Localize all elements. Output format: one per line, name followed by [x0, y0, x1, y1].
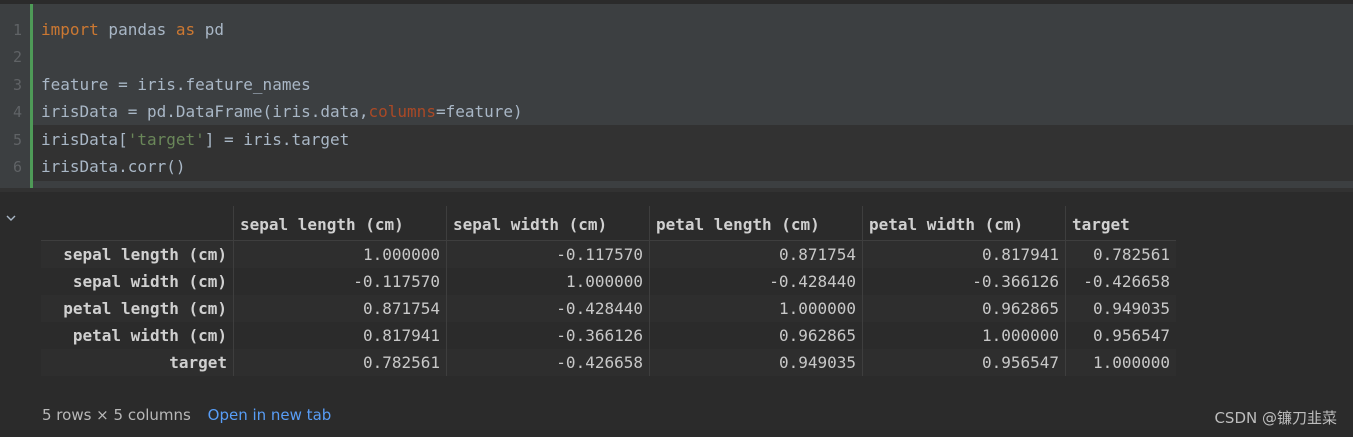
row-index-label: target: [169, 353, 227, 372]
table-row: sepal length (cm) 1.000000 -0.117570 0.8717…: [41, 240, 1176, 268]
table-cell: 0.817941: [862, 240, 1066, 268]
open-in-new-tab-link[interactable]: Open in new tab: [208, 406, 332, 424]
table-row: petal length (cm) 0.871754 -0.428440 1.0000…: [41, 295, 1176, 322]
table-cell: 1.000000: [446, 268, 650, 295]
table-cell: 0.949035: [1065, 295, 1176, 322]
index-header: [41, 206, 234, 241]
line-number: 3: [12, 75, 22, 94]
line-number: 4: [12, 103, 22, 122]
line-number-gutter: 1 2 3 4 5 6: [0, 4, 30, 192]
row-index-label: petal width (cm): [72, 326, 227, 345]
code-token: irisData = pd.DataFrame(iris.data,: [41, 102, 369, 122]
column-header[interactable]: target: [1065, 206, 1176, 241]
table-row: target 0.782561 -0.426658 0.949035 0.956547 1…: [41, 349, 1176, 376]
line-number: 1: [12, 21, 22, 39]
row-index-label: sepal length (cm): [63, 245, 227, 264]
column-header[interactable]: petal length (cm): [649, 206, 863, 241]
table-cell: 0.782561: [1065, 240, 1176, 268]
table-row: sepal width (cm) -0.117570 1.000000 -0.4284…: [41, 268, 1176, 295]
table-cell: 0.956547: [862, 349, 1066, 376]
keyword-token: import: [41, 20, 99, 39]
code-token: irisData.corr(): [41, 157, 186, 176]
cell-selection-bar: [30, 4, 33, 192]
table-cell: -0.428440: [446, 295, 650, 322]
table-cell: -0.426658: [446, 349, 650, 376]
line-number: 5: [12, 130, 22, 149]
table-cell: 1.000000: [649, 295, 863, 322]
line-number: 6: [12, 158, 22, 176]
cell-bottom-border: [0, 188, 1353, 192]
code-token: feature = iris.feature_names: [41, 74, 311, 94]
code-line[interactable]: import pandas as pd: [41, 16, 224, 44]
dataframe-footer: 5 rows × 5 columns Open in new tab: [42, 405, 331, 425]
line-number: 2: [12, 48, 22, 67]
column-header[interactable]: petal width (cm): [862, 206, 1066, 241]
chevron-down-icon[interactable]: [4, 212, 18, 226]
code-line[interactable]: irisData = pd.DataFrame(iris.data,column…: [41, 98, 523, 126]
table-cell: 0.817941: [233, 322, 447, 349]
table-cell: 0.871754: [649, 240, 863, 268]
code-token: =feature): [435, 102, 523, 122]
code-cell[interactable]: 1 2 3 4 5 6 import pandas as pd feature = iris…: [0, 0, 1353, 192]
table-cell: -0.366126: [446, 322, 650, 349]
table-cell: 0.956547: [1065, 322, 1176, 349]
keyword-token: as: [175, 20, 196, 39]
watermark: CSDN @镰刀韭菜: [1214, 409, 1337, 427]
shape-text: 5 rows × 5 columns: [42, 406, 191, 424]
table-row: petal width (cm) 0.817941 -0.366126 0.96286…: [41, 322, 1176, 349]
table-cell: 1.000000: [1065, 349, 1176, 376]
column-header[interactable]: sepal width (cm): [446, 206, 650, 241]
row-index-label: sepal width (cm): [72, 272, 227, 291]
table-cell: -0.426658: [1065, 268, 1176, 295]
column-header[interactable]: sepal length (cm): [233, 206, 447, 241]
table-cell: 0.962865: [862, 295, 1066, 322]
correlation-table: sepal length (cm) sepal width (cm) petal…: [41, 206, 1176, 376]
table-cell: -0.366126: [862, 268, 1066, 295]
string-token: 'target': [127, 129, 205, 149]
table-cell: -0.117570: [446, 240, 650, 268]
table-cell: -0.428440: [649, 268, 863, 295]
table-cell: 1.000000: [862, 322, 1066, 349]
code-line[interactable]: irisData['target'] = iris.target: [41, 126, 349, 154]
table-cell: 0.871754: [233, 295, 447, 322]
code-token: ] = iris.target: [204, 129, 350, 149]
param-token: columns: [368, 102, 436, 122]
code-line[interactable]: feature = iris.feature_names: [41, 71, 311, 99]
table-cell: 0.949035: [649, 349, 863, 376]
code-line[interactable]: irisData.corr(): [41, 153, 186, 181]
table-cell: -0.117570: [233, 268, 447, 295]
dataframe-output: sepal length (cm) sepal width (cm) petal…: [41, 206, 1353, 376]
caret-line: [33, 153, 1353, 181]
table-cell: 1.000000: [233, 240, 447, 268]
table-cell: 0.782561: [233, 349, 447, 376]
code-token: pandas: [98, 20, 176, 39]
row-index-label: petal length (cm): [63, 299, 227, 318]
code-token: irisData[: [41, 129, 128, 149]
code-token: pd: [195, 20, 225, 39]
table-header-row: sepal length (cm) sepal width (cm) petal…: [41, 206, 1176, 241]
cell-top-border: [0, 0, 1353, 4]
table-cell: 0.962865: [649, 322, 863, 349]
